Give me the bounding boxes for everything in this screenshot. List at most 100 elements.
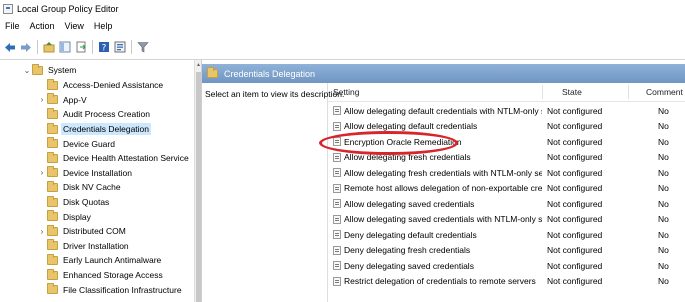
tree-item[interactable]: › App-V (37, 93, 87, 108)
policy-setting-icon (333, 121, 341, 131)
table-row[interactable]: Allow delegating fresh credentials with … (328, 165, 685, 181)
description-column: Select an item to view its description. (202, 83, 344, 302)
setting-name: Encryption Oracle Remediation (344, 136, 462, 147)
setting-state: Not configured (547, 105, 603, 116)
tree-item[interactable]: Credentials Delegation (37, 122, 151, 137)
filter-icon[interactable] (136, 41, 149, 54)
folder-icon (47, 166, 58, 178)
tree-item[interactable]: Enhanced Storage Access (37, 268, 163, 283)
details-pane: Credentials Delegation Select an item to… (201, 60, 685, 302)
menu-help[interactable]: Help (89, 21, 118, 31)
tree-item[interactable]: File Classification Infrastructure (37, 282, 182, 297)
table-row[interactable]: Allow delegating fresh credentials Not co… (328, 150, 685, 166)
setting-comment: No (658, 167, 669, 178)
table-row[interactable]: Restrict delegation of credentials to re… (328, 274, 685, 290)
toolbar-separator (92, 40, 93, 54)
column-header-state[interactable]: State (562, 83, 582, 101)
setting-state: Not configured (547, 183, 603, 194)
tree-item-label: Disk Quotas (63, 197, 110, 208)
column-separator[interactable] (542, 85, 543, 99)
tree-item-label: Early Launch Antimalware (63, 255, 162, 266)
setting-comment: No (658, 260, 669, 271)
setting-name: Remote host allows delegation of non-exp… (344, 183, 542, 194)
tree-item[interactable]: Disk Quotas (37, 195, 109, 210)
folder-icon (47, 137, 58, 149)
menu-view[interactable]: View (60, 21, 89, 31)
folder-icon (47, 224, 58, 236)
table-row[interactable]: Remote host allows delegation of non-exp… (328, 181, 685, 197)
column-header-setting[interactable]: Setting (333, 83, 359, 101)
tree-item-label: Driver Installation (63, 240, 129, 251)
policy-setting-icon (333, 276, 341, 286)
menu-action[interactable]: Action (25, 21, 60, 31)
setting-name: Allow delegating fresh credentials (344, 152, 471, 163)
setting-comment: No (658, 245, 669, 256)
tree-item[interactable]: Device Health Attestation Service (37, 151, 189, 166)
table-row[interactable]: Allow delegating saved credentials with … (328, 212, 685, 228)
policy-setting-icon (333, 199, 341, 209)
tree-item[interactable]: › Distributed COM (37, 224, 126, 239)
help-icon[interactable]: ? (97, 41, 110, 54)
column-header-comment[interactable]: Comment (646, 83, 683, 101)
forward-icon[interactable] (19, 41, 32, 54)
tree-item[interactable]: Device Guard (37, 136, 115, 151)
tree-item-label: File Classification Infrastructure (63, 284, 182, 295)
folder-icon (47, 93, 58, 105)
header-divider (328, 101, 685, 102)
title-bar: Local Group Policy Editor (0, 0, 685, 17)
tree-item[interactable]: Audit Process Creation (37, 107, 150, 122)
table-row[interactable]: Allow delegating saved credentials Not co… (328, 196, 685, 212)
table-row[interactable]: Deny delegating fresh credentials Not con… (328, 243, 685, 259)
tree-item-label: Device Guard (63, 138, 115, 149)
table-row[interactable]: Allow delegating default credentials wit… (328, 103, 685, 119)
back-icon[interactable] (3, 41, 16, 54)
policy-editor-icon (3, 3, 13, 14)
table-row[interactable]: Deny delegating default credentials Not c… (328, 227, 685, 243)
policy-setting-icon (333, 137, 341, 147)
menu-bar: File Action View Help (0, 17, 685, 35)
policy-setting-icon (333, 230, 341, 240)
setting-name: Deny delegating default credentials (344, 229, 477, 240)
policy-setting-icon (333, 106, 341, 116)
setting-state: Not configured (547, 121, 603, 132)
chevron-down-icon[interactable]: ⌄ (22, 66, 32, 75)
table-row[interactable]: Deny delegating saved credentials Not con… (328, 258, 685, 274)
setting-name: Allow delegating default credentials (344, 121, 478, 132)
menu-file[interactable]: File (0, 21, 25, 31)
show-hide-tree-icon[interactable] (58, 41, 71, 54)
tree-item-system[interactable]: ⌄ System (22, 63, 76, 78)
setting-state: Not configured (547, 229, 603, 240)
chevron-right-icon[interactable]: › (37, 227, 47, 236)
table-row[interactable]: Encryption Oracle Remediation Not configu… (328, 134, 685, 150)
setting-comment: No (658, 136, 669, 147)
tree-item[interactable]: › Device Installation (37, 166, 132, 181)
chevron-right-icon[interactable]: › (37, 95, 47, 104)
folder-icon (47, 195, 58, 207)
tree-item[interactable]: Driver Installation (37, 239, 129, 254)
policy-setting-icon (333, 183, 341, 193)
setting-name: Deny delegating fresh credentials (344, 245, 471, 256)
setting-comment: No (658, 121, 669, 132)
toolbar-separator (37, 40, 38, 54)
table-row[interactable]: Allow delegating default credentials Not … (328, 119, 685, 135)
policy-setting-icon (333, 152, 341, 162)
export-list-icon[interactable] (74, 41, 87, 54)
setting-state: Not configured (547, 152, 603, 163)
folder-icon (47, 210, 58, 222)
tree-item[interactable]: Display (37, 209, 91, 224)
chevron-right-icon[interactable]: › (37, 168, 47, 177)
tree-item[interactable]: Access-Denied Assistance (37, 78, 163, 93)
setting-comment: No (658, 152, 669, 163)
properties-icon[interactable] (113, 41, 126, 54)
tree-item[interactable]: Early Launch Antimalware (37, 253, 161, 268)
tree-item-label: Distributed COM (63, 226, 126, 237)
policy-setting-icon (333, 214, 341, 224)
tree-item-label: Credentials Delegation (61, 123, 151, 136)
setting-comment: No (658, 229, 669, 240)
folder-icon (47, 107, 58, 119)
up-folder-icon[interactable] (42, 41, 55, 54)
tree-item[interactable]: Disk NV Cache (37, 180, 121, 195)
tree-scrollbar[interactable]: ▲ (194, 60, 201, 302)
column-separator[interactable] (628, 85, 629, 99)
folder-icon (32, 63, 43, 75)
